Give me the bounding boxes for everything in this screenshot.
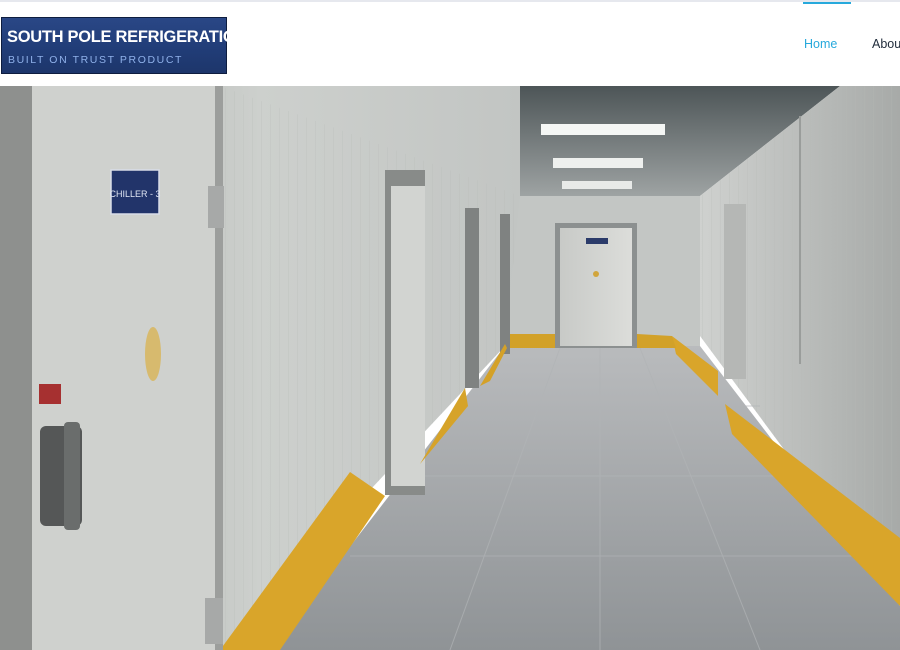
hero-image: CHILLER - 3 <box>0 86 900 650</box>
nav-item-home[interactable]: Home <box>804 37 837 51</box>
nav-item-about[interactable]: About <box>872 37 900 51</box>
door-sign-text: CHILLER - 3 <box>109 189 160 199</box>
cold-room-corridor-photo: CHILLER - 3 <box>0 86 900 650</box>
main-nav: Home About <box>0 2 900 86</box>
active-nav-indicator <box>803 2 851 4</box>
site-header: SOUTH POLE REFRIGERATION BUILT ON TRUST … <box>0 2 900 86</box>
